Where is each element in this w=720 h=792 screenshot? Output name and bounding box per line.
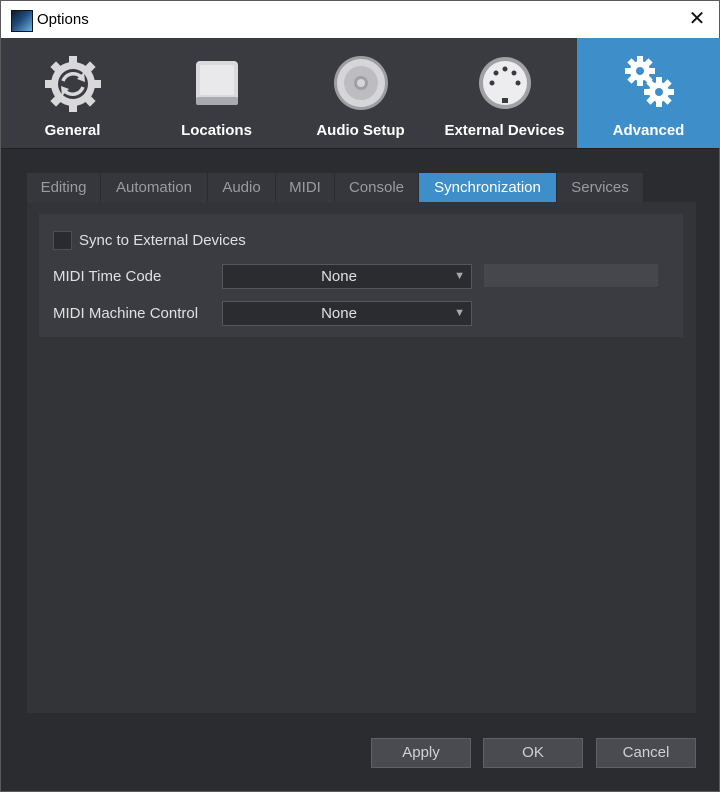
tab-synchronization[interactable]: Synchronization [419,173,557,202]
gears-icon [625,56,674,107]
chevron-down-icon: ▼ [454,307,465,319]
mtc-label: MIDI Time Code [53,268,162,285]
mtc-input-field[interactable] [484,264,658,287]
close-icon[interactable]: ✕ [684,7,710,31]
category-external-devices[interactable]: External Devices [433,38,576,148]
category-label: Audio Setup [316,122,405,139]
sync-gear-icon [45,56,101,112]
drive-icon [196,61,238,105]
category-label: Advanced [612,122,685,139]
tab-midi[interactable]: MIDI [276,173,335,202]
category-general[interactable]: General [1,38,144,148]
tab-console[interactable]: Console [335,173,419,202]
chevron-down-icon: ▼ [454,270,465,282]
app-logo-icon [11,10,33,32]
cancel-button[interactable]: Cancel [596,738,696,768]
sync-external-checkbox[interactable] [53,231,72,250]
sync-external-label: Sync to External Devices [79,232,246,249]
category-advanced[interactable]: Advanced [577,38,720,148]
tab-editing[interactable]: Editing [27,173,101,202]
category-label: External Devices [444,122,565,139]
ok-button[interactable]: OK [483,738,583,768]
mmc-value: None [321,305,357,322]
synchronization-panel: Sync to External Devices MIDI Time Code … [27,202,696,713]
speaker-icon [334,56,388,110]
title-bar: Options ✕ [1,1,719,38]
options-body: Editing Automation Audio MIDI Console Sy… [1,149,719,791]
mtc-value: None [321,268,357,285]
midi-connector-icon [479,57,531,109]
window-title: Options [37,11,89,28]
category-audio-setup[interactable]: Audio Setup [289,38,432,148]
tab-audio[interactable]: Audio [208,173,276,202]
category-label: General [44,122,101,139]
tab-services[interactable]: Services [557,173,644,202]
options-window: Options ✕ General Locations Audio Setup … [0,0,720,792]
category-bar: General Locations Audio Setup External D… [1,38,720,149]
tab-automation[interactable]: Automation [101,173,208,202]
sync-settings-group: Sync to External Devices MIDI Time Code … [39,214,683,337]
mtc-select[interactable]: None ▼ [222,264,472,289]
mmc-select[interactable]: None ▼ [222,301,472,326]
category-locations[interactable]: Locations [145,38,288,148]
category-label: Locations [181,122,252,139]
mmc-label: MIDI Machine Control [53,305,199,322]
apply-button[interactable]: Apply [371,738,471,768]
